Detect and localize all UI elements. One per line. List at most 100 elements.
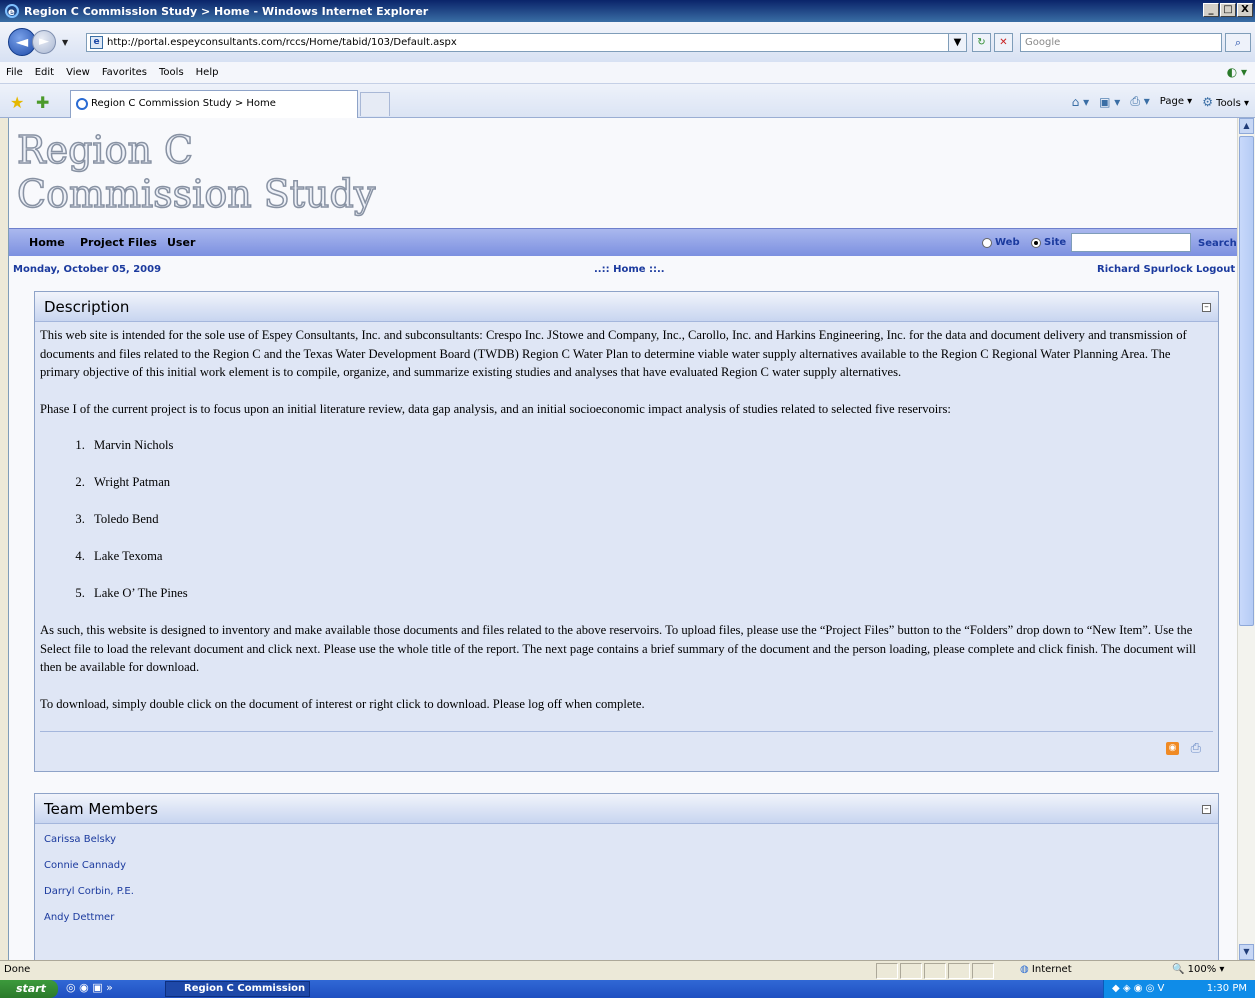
nav-user[interactable]: User — [167, 236, 195, 249]
close-button[interactable]: X — [1237, 3, 1253, 17]
logo-line-2: Commission Study — [16, 171, 376, 217]
window-title: Region C Commission Study > Home - Windo… — [24, 4, 429, 18]
add-favorite-icon[interactable]: ✚ — [36, 93, 49, 112]
tab-region-c-home[interactable]: Region C Commission Study > Home — [70, 90, 358, 118]
menu-bar: File Edit View Favorites Tools Help ◐ ▾ — [0, 62, 1255, 84]
windows-taskbar: start ◎ ◉ ▣ » Region C Commission ... ◆ … — [0, 980, 1255, 998]
site-search-button[interactable]: Search — [1198, 238, 1237, 249]
address-dropdown-button[interactable]: ▼ — [948, 33, 967, 52]
gear-icon: ⚙ — [1202, 94, 1213, 109]
nav-home[interactable]: Home — [29, 236, 65, 249]
command-bar: ⌂ ▾ ▣ ▾ ⎙ ▾ Page ▾ ⚙ Tools ▾ — [1072, 94, 1249, 109]
svg-text:e: e — [8, 7, 15, 18]
site-nav: Home Project Files User Web Site Search — [9, 228, 1237, 256]
print-module-icon[interactable]: ⎙ — [1191, 741, 1201, 756]
user-name-link[interactable]: Richard Spurlock — [1097, 264, 1193, 275]
menu-tools[interactable]: Tools — [159, 67, 184, 78]
forward-button[interactable]: ► — [32, 30, 56, 54]
description-footer: ◉ ⎙ — [40, 731, 1213, 763]
maximize-button[interactable]: □ — [1220, 3, 1236, 17]
content-pane: Description – This web site is intended … — [9, 282, 1237, 960]
page-icon: e — [90, 36, 103, 49]
status-cell — [948, 963, 970, 979]
current-date: Monday, October 05, 2009 — [13, 264, 162, 275]
rss-icon[interactable]: ◉ — [1166, 742, 1179, 755]
start-button[interactable]: start — [0, 980, 58, 998]
address-input[interactable]: e http://portal.espeyconsultants.com/rcc… — [86, 33, 966, 52]
logout-link[interactable]: Logout — [1196, 264, 1235, 275]
page-menu-label: Page — [1159, 96, 1184, 107]
ie-page-icon — [76, 98, 88, 110]
search-icon[interactable]: ⌕ — [1225, 33, 1251, 52]
minimize-module-icon[interactable]: – — [1202, 303, 1211, 312]
minimize-button[interactable]: _ — [1203, 3, 1219, 17]
toolbar-options-icon[interactable]: ◐ ▾ — [1227, 65, 1247, 79]
menu-help[interactable]: Help — [196, 67, 219, 78]
list-item: Lake O’ The Pines — [88, 584, 1213, 603]
team-member-link[interactable]: Connie Cannady — [44, 860, 1209, 871]
feeds-icon[interactable]: ▣ ▾ — [1099, 95, 1120, 109]
home-icon[interactable]: ⌂ ▾ — [1072, 95, 1089, 109]
list-item: Wright Patman — [88, 473, 1213, 492]
list-item: Lake Texoma — [88, 547, 1213, 566]
print-icon[interactable]: ⎙ ▾ — [1130, 94, 1149, 109]
status-cell — [924, 963, 946, 979]
tools-menu-button[interactable]: ⚙ Tools ▾ — [1202, 95, 1249, 109]
team-members-list: Carissa Belsky Connie Cannady Darryl Cor… — [35, 824, 1218, 948]
system-tray: ◆ ◈ ◉ ◎ V 1:30 PM — [1103, 980, 1255, 998]
radio-web-label: Web — [995, 237, 1020, 248]
minimize-module-icon[interactable]: – — [1202, 805, 1211, 814]
vertical-scrollbar[interactable]: ▲ ▼ — [1237, 118, 1255, 960]
zoom-level: 100% — [1187, 964, 1217, 975]
team-member-link[interactable]: Darryl Corbin, P.E. — [44, 886, 1209, 897]
stop-icon[interactable]: ✕ — [994, 33, 1013, 52]
tab-label: Region C Commission Study > Home — [91, 98, 276, 109]
description-title: Description — [44, 298, 130, 316]
search-input[interactable]: Google — [1020, 33, 1222, 52]
team-members-header: Team Members – — [35, 794, 1218, 824]
menu-edit[interactable]: Edit — [35, 67, 54, 78]
radio-site-label: Site — [1044, 237, 1067, 248]
page-viewport: Region C Commission Study Home Project F… — [8, 118, 1237, 960]
menu-view[interactable]: View — [66, 67, 90, 78]
zoom-control[interactable]: 🔍 100% ▾ — [1172, 961, 1224, 979]
site-search-input[interactable] — [1071, 233, 1191, 252]
status-cell — [876, 963, 898, 979]
zone-label: Internet — [1031, 964, 1072, 975]
ie-logo-icon: e — [4, 3, 20, 19]
team-member-link[interactable]: Carissa Belsky — [44, 834, 1209, 845]
search-site-radio[interactable]: Site — [1031, 237, 1066, 248]
refresh-icon[interactable]: ↻ — [972, 33, 991, 52]
list-item: Toledo Bend — [88, 510, 1213, 529]
scroll-thumb[interactable] — [1239, 136, 1254, 626]
tray-icons[interactable]: ◆ ◈ ◉ ◎ V — [1112, 980, 1164, 998]
globe-icon: ◍ — [1020, 964, 1029, 975]
team-members-module: Team Members – Carissa Belsky Connie Can… — [34, 793, 1219, 960]
page-menu-button[interactable]: Page ▾ — [1160, 96, 1192, 107]
description-body: This web site is intended for the sole u… — [35, 322, 1218, 713]
description-paragraph-1: This web site is intended for the sole u… — [40, 328, 1187, 379]
menu-file[interactable]: File — [6, 67, 23, 78]
scroll-down-arrow-icon[interactable]: ▼ — [1239, 944, 1254, 960]
team-member-link[interactable]: Andy Dettmer — [44, 912, 1209, 923]
scroll-up-arrow-icon[interactable]: ▲ — [1239, 118, 1254, 134]
description-header: Description – — [35, 292, 1218, 322]
info-bar: Monday, October 05, 2009 ..:: Home ::.. … — [9, 256, 1237, 282]
favorites-star-icon[interactable]: ★ — [10, 93, 24, 112]
history-dropdown-icon[interactable]: ▼ — [62, 38, 68, 47]
site-header: Region C Commission Study — [9, 118, 1237, 228]
breadcrumb[interactable]: ..:: Home ::.. — [594, 264, 665, 275]
nav-project-files[interactable]: Project Files — [80, 236, 157, 249]
status-cell — [900, 963, 922, 979]
status-text: Done — [4, 964, 31, 975]
reservoir-list: Marvin Nichols Wright Patman Toledo Bend… — [88, 436, 1213, 603]
menu-favorites[interactable]: Favorites — [102, 67, 147, 78]
quick-launch-icons[interactable]: ◎ ◉ ▣ » — [66, 981, 113, 994]
site-logo[interactable]: Region C Commission Study — [16, 127, 376, 217]
security-zone[interactable]: ◍ Internet — [1020, 961, 1072, 979]
logo-line-1: Region C — [16, 127, 194, 173]
search-web-radio[interactable]: Web — [982, 237, 1020, 248]
taskbar-ie-window[interactable]: Region C Commission ... — [165, 981, 310, 998]
window-titlebar: e Region C Commission Study > Home - Win… — [0, 0, 1255, 22]
new-tab-button[interactable] — [360, 92, 390, 116]
